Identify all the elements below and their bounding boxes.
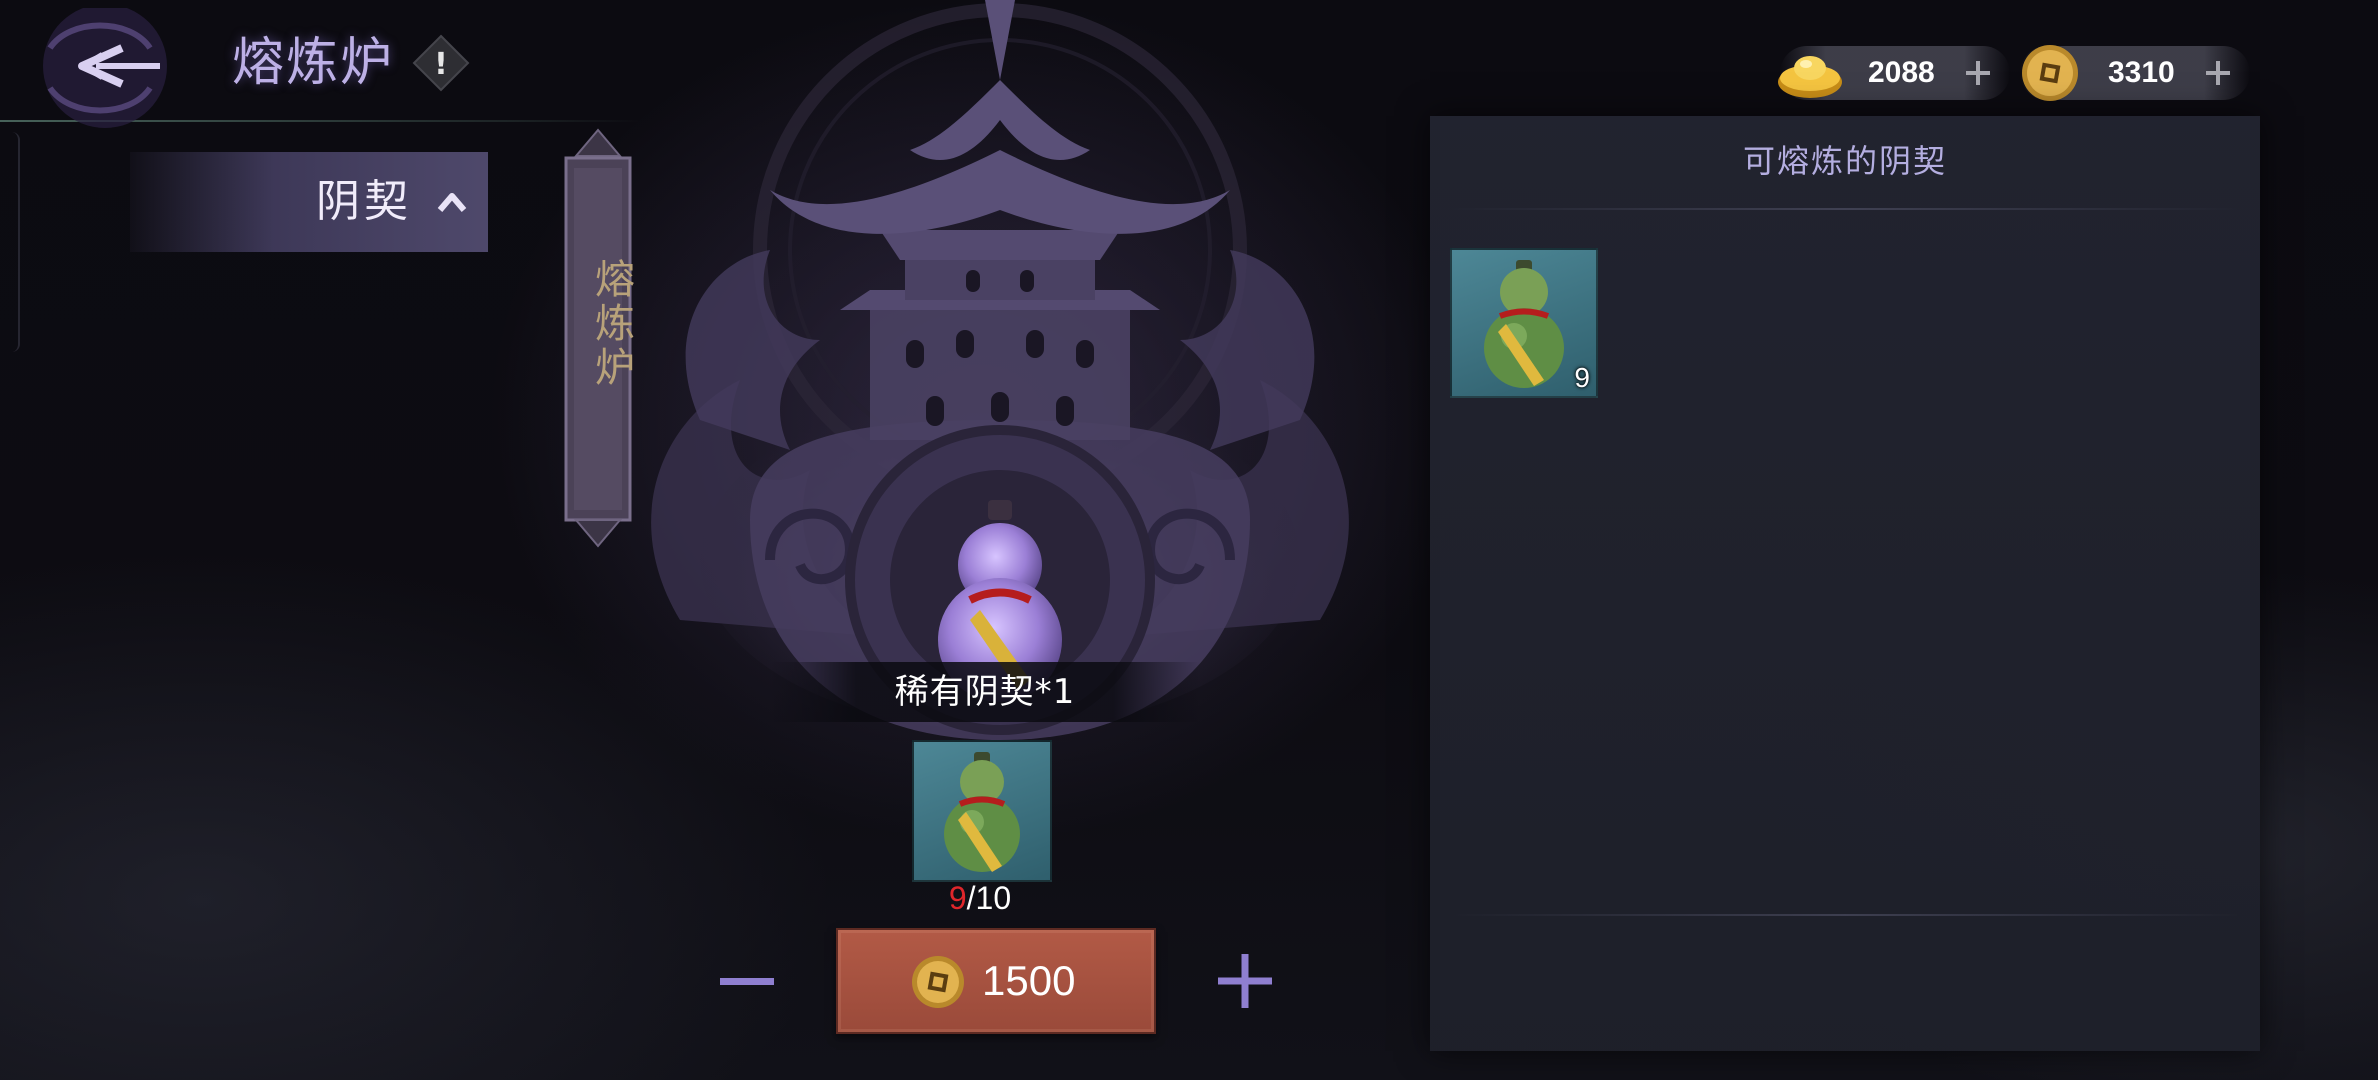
category-label: 阴契 [316, 176, 412, 227]
item-count: 9 [1574, 362, 1590, 393]
panel-title: 可熔炼的阴契 [1742, 142, 1947, 180]
add-coin-icon[interactable] [2200, 55, 2236, 91]
scroll-banner: 熔炼炉 [560, 128, 636, 548]
gold-ingot-counter: 2088 [1778, 46, 2010, 100]
material-count: 9/10 [880, 876, 1080, 920]
scroll-label: 熔炼炉 [588, 258, 634, 390]
material-slot[interactable] [912, 740, 1052, 882]
material-need: /10 [966, 880, 1012, 916]
smelt-cost: 1500 [982, 957, 1076, 1004]
smeltable-panel: 可熔炼的阴契 9 [1430, 116, 2260, 1051]
plus-icon [1218, 954, 1272, 1008]
panel-divider [1450, 208, 2240, 210]
material-have: 9 [948, 880, 967, 916]
info-icon: ! [412, 34, 470, 92]
result-label: 稀有阴契*1 [894, 672, 1076, 712]
add-gold-icon[interactable] [1960, 55, 1996, 91]
info-button[interactable]: ! [412, 34, 470, 92]
category-tab-yinqi[interactable]: 阴契 [130, 152, 488, 252]
sidebar-edge [0, 132, 20, 352]
back-arrow-icon [43, 4, 167, 128]
back-button[interactable] [10, 4, 210, 128]
decrease-button[interactable] [712, 952, 782, 1012]
increase-button[interactable] [1212, 948, 1278, 1014]
gold-ingot-icon [1778, 56, 1842, 98]
panel-divider-bottom [1450, 914, 2240, 916]
info-glyph: ! [434, 47, 448, 82]
smelt-button[interactable]: 1500 [836, 928, 1156, 1034]
smeltable-item[interactable]: 9 [1450, 248, 1598, 398]
gold-ingot-value: 2088 [1868, 56, 1935, 89]
minus-icon [720, 978, 774, 985]
green-gourd-icon [944, 752, 1020, 872]
page-title: 熔炼炉 [232, 33, 395, 93]
coin-counter: 3310 [2020, 45, 2250, 101]
coin-value: 3310 [2108, 56, 2175, 89]
copper-coin-icon [2022, 45, 2078, 101]
chevron-up-icon [437, 193, 467, 212]
copper-coin-icon [912, 956, 964, 1008]
game-screen: 熔炼炉 ! 2088 3310 阴契 熔炼炉 稀有阴契*1 9/10 1500 … [0, 0, 2378, 1080]
result-label-bar: 稀有阴契*1 [770, 662, 1200, 722]
